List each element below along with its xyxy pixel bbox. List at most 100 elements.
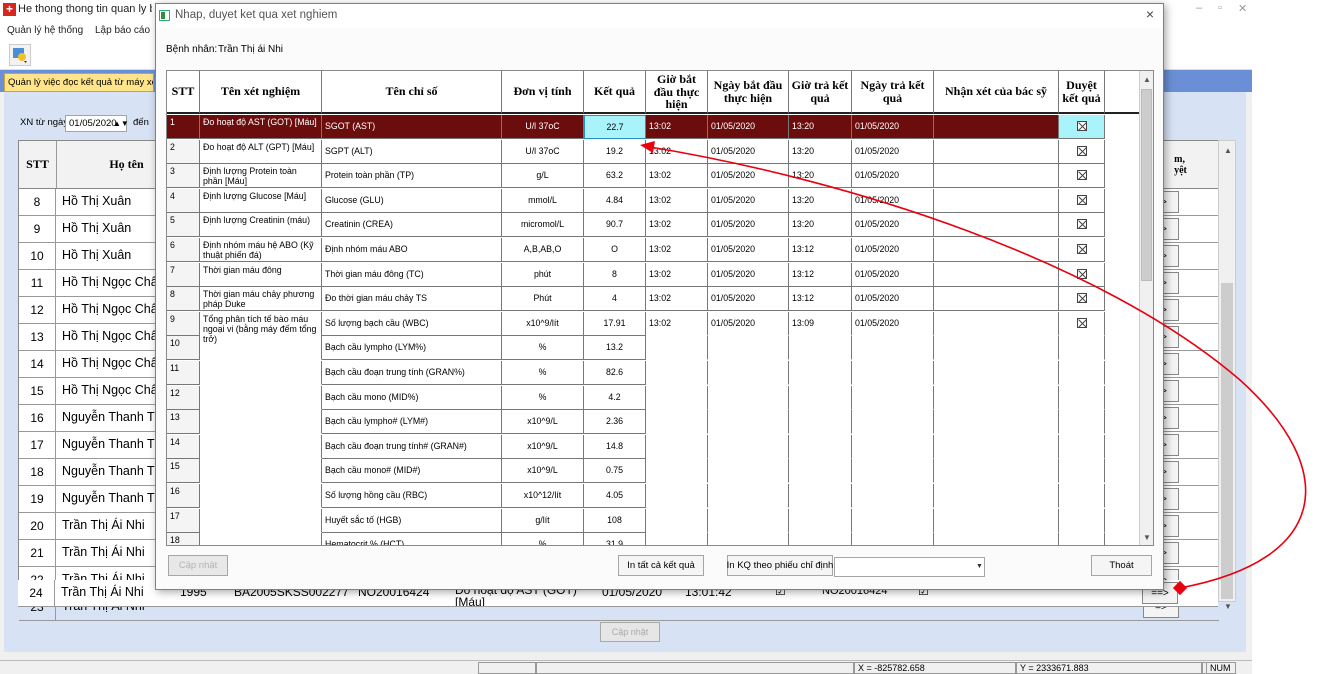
cell-approve[interactable]	[1059, 139, 1105, 164]
cell-result[interactable]: 0.75	[584, 459, 646, 484]
approve-checkbox[interactable]	[1076, 145, 1087, 156]
col-stt-header[interactable]: STT	[167, 71, 200, 114]
cell-result[interactable]: 31.9	[584, 533, 646, 545]
col-return-date-header[interactable]: Ngày trả kết quả	[852, 71, 934, 114]
cell-result[interactable]: 63.2	[584, 164, 646, 189]
approve-checkbox[interactable]	[1076, 194, 1087, 205]
scroll-up-icon[interactable]: ▲	[1143, 75, 1151, 84]
dialog-close-icon[interactable]: ×	[1140, 6, 1160, 24]
cell-doctor-note[interactable]	[934, 459, 1059, 484]
result-row[interactable]: 12 Bạch cầu mono (MID%)% 4.2	[167, 385, 1137, 411]
approve-checkbox[interactable]	[1076, 317, 1087, 328]
approve-checkbox[interactable]	[1076, 170, 1087, 181]
cell-doctor-note[interactable]	[934, 336, 1059, 361]
patient-grid-scroll-thumb[interactable]	[1221, 283, 1233, 599]
col-doctor-note-header[interactable]: Nhận xét của bác sỹ	[934, 71, 1059, 114]
chevron-down-icon[interactable]: ▼	[976, 563, 983, 570]
approve-checkbox[interactable]	[1076, 268, 1087, 279]
cell-approve[interactable]	[1059, 287, 1105, 312]
col-approve-header[interactable]: Duyệt kết quả	[1059, 71, 1105, 114]
result-row[interactable]: 2 Đo hoạt độ ALT (GPT) [Máu] SGPT (ALT) U/l…	[167, 139, 1137, 165]
cell-result[interactable]: 82.6	[584, 361, 646, 385]
result-row[interactable]: 16 Số lượng hồng cầu (RBC) x10^12/lít 4.05	[167, 484, 1137, 509]
cell-doctor-note[interactable]	[934, 533, 1059, 545]
result-row[interactable]: 11 Bạch cầu đoạn trung tính (GRAN%)% 82.6	[167, 361, 1137, 386]
col-stt-header[interactable]: STT	[19, 141, 57, 189]
menu-reports[interactable]: Lập báo cáo	[95, 25, 150, 36]
minimize-icon[interactable]: –	[1196, 2, 1202, 14]
col-unit-header[interactable]: Đơn vị tính	[502, 71, 584, 114]
order-select[interactable]	[834, 557, 985, 577]
cell-approve[interactable]	[1059, 238, 1105, 262]
result-row[interactable]: 15 Bạch cầu mono# (MID#) x10^9/L 0.75	[167, 459, 1137, 484]
cell-result[interactable]: 19.2	[584, 139, 646, 164]
cell-result[interactable]: 108	[584, 508, 646, 533]
cell-approve[interactable]	[1059, 164, 1105, 189]
cell-doctor-note[interactable]	[934, 385, 1059, 410]
col-indicator-header[interactable]: Tên chỉ số	[322, 71, 502, 114]
cell-approve[interactable]	[1059, 188, 1105, 213]
col-return-time-header[interactable]: Giờ trả kết quả	[789, 71, 852, 114]
col-start-date-header[interactable]: Ngày bắt đầu thực hiện	[708, 71, 789, 114]
date-spin-icon[interactable]: ▲▼	[113, 119, 129, 128]
cell-doctor-note[interactable]	[934, 238, 1059, 262]
close-icon[interactable]: ✕	[1238, 2, 1247, 15]
result-row[interactable]: 7 Thời gian máu đông Thời gian máu đông (T…	[167, 262, 1137, 288]
col-start-time-header[interactable]: Giờ bắt đầu thực hiện	[646, 71, 708, 114]
cell-result[interactable]: 4.84	[584, 188, 646, 213]
scroll-down-icon[interactable]: ▼	[1143, 533, 1151, 542]
cell-doctor-note[interactable]	[934, 434, 1059, 459]
result-row[interactable]: 6 Định nhóm máu hệ ABO (Kỹ thuật phiến đá…	[167, 238, 1137, 263]
menu-system[interactable]: Quản lý hệ thống	[7, 25, 83, 36]
cell-doctor-note[interactable]	[934, 410, 1059, 435]
tab-lab-results[interactable]: Quản lý việc đọc kết quả từ máy xét	[4, 73, 154, 92]
maximize-icon[interactable]: ▫	[1218, 2, 1222, 14]
toolbar-tools-button[interactable]	[9, 44, 31, 66]
approve-checkbox[interactable]	[1076, 219, 1087, 230]
cell-doctor-note[interactable]	[934, 508, 1059, 533]
cell-doctor-note[interactable]	[934, 213, 1059, 238]
cell-approve[interactable]	[1059, 533, 1105, 545]
cell-approve[interactable]	[1059, 336, 1105, 361]
results-scroll-thumb[interactable]	[1141, 89, 1152, 281]
print-all-results-button[interactable]: In tất cả kết quả	[618, 555, 704, 576]
result-row[interactable]: 3 Định lượng Protein toàn phần [Máu] Prote…	[167, 164, 1137, 189]
cell-result[interactable]: 4	[584, 287, 646, 312]
cell-doctor-note[interactable]	[934, 287, 1059, 312]
cell-doctor-note[interactable]	[934, 139, 1059, 164]
cell-approve[interactable]	[1059, 484, 1105, 508]
cell-result[interactable]: 4.2	[584, 385, 646, 410]
result-row[interactable]: 9 Tổng phân tích tế bào máu ngoại vi (bằn…	[167, 311, 1137, 348]
cell-result[interactable]: 17.91	[584, 311, 646, 336]
col-result-header[interactable]: Kết quả	[584, 71, 646, 114]
cell-result[interactable]: 22.7	[584, 115, 646, 139]
scroll-down-icon[interactable]: ▼	[1224, 602, 1232, 611]
cell-doctor-note[interactable]	[934, 484, 1059, 508]
cell-approve[interactable]	[1059, 213, 1105, 238]
result-row[interactable]: 5 Định lượng Creatinin (máu) Creatinin (CR…	[167, 213, 1137, 238]
cell-approve[interactable]	[1059, 410, 1105, 435]
cell-approve[interactable]	[1059, 115, 1105, 139]
result-row[interactable]: 13 Bạch cầu lympho# (LYM#) x10^9/L 2.36	[167, 410, 1137, 435]
cell-result[interactable]: 14.8	[584, 434, 646, 459]
cell-approve[interactable]	[1059, 262, 1105, 287]
cell-doctor-note[interactable]	[934, 311, 1059, 336]
update-button[interactable]: Cập nhật	[168, 555, 228, 576]
cell-approve[interactable]	[1059, 508, 1105, 533]
cell-doctor-note[interactable]	[934, 262, 1059, 287]
cell-approve[interactable]	[1059, 385, 1105, 410]
exit-button[interactable]: Thoát	[1091, 555, 1152, 576]
approve-checkbox[interactable]	[1076, 244, 1087, 254]
cell-approve[interactable]	[1059, 361, 1105, 385]
col-test-name-header[interactable]: Tên xét nghiệm	[200, 71, 322, 114]
cell-doctor-note[interactable]	[934, 115, 1059, 139]
cell-result[interactable]: 2.36	[584, 410, 646, 435]
cell-result[interactable]: 4.05	[584, 484, 646, 508]
cell-approve[interactable]	[1059, 459, 1105, 484]
cell-approve[interactable]	[1059, 311, 1105, 336]
result-row[interactable]: 8 Thời gian máu chảy phương pháp Duke Đo t…	[167, 287, 1137, 312]
approve-checkbox[interactable]	[1076, 121, 1087, 131]
main-update-button[interactable]: Cập nhật	[600, 622, 660, 642]
cell-result[interactable]: 8	[584, 262, 646, 287]
cell-doctor-note[interactable]	[934, 164, 1059, 189]
